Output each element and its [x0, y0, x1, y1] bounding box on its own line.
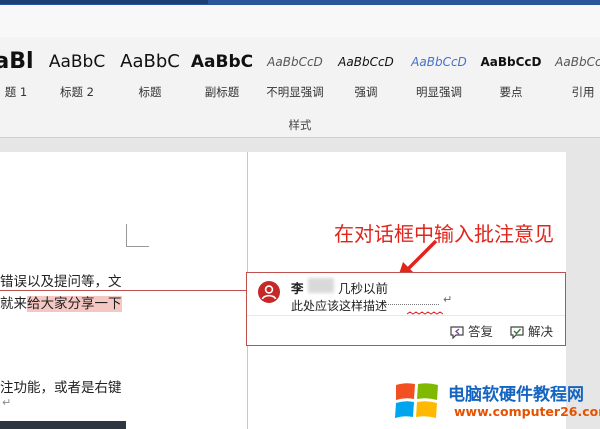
user-icon	[261, 285, 277, 300]
comment-author: 李	[291, 281, 304, 296]
commented-text-highlight[interactable]: 给大家分享一下	[27, 296, 122, 312]
styles-group-label: 样式	[288, 118, 312, 132]
doc-text-plain: 就来	[0, 296, 27, 312]
style-heading-1[interactable]: aBl 题 1	[0, 43, 38, 105]
comment-text-input[interactable]: 此处应该这样描述	[291, 297, 387, 314]
style-name: 引用	[571, 85, 595, 99]
title-bar-segment	[0, 0, 208, 4]
style-preview: AaBbCcD	[555, 55, 600, 69]
style-heading-2[interactable]: AaBbC 标题 2	[46, 43, 108, 105]
windows-logo-icon	[395, 383, 438, 418]
style-strong[interactable]: AaBbCcD 要点	[478, 43, 544, 105]
style-preview: AaBbC	[120, 51, 180, 72]
site-watermark: 电脑软硬件教程网 www.computer26.com	[394, 376, 600, 429]
instruction-annotation: 在对话框中输入批注意见	[334, 222, 554, 246]
style-name: 标题 2	[60, 85, 94, 99]
dark-image-edge	[0, 421, 126, 429]
style-name: 强调	[354, 85, 378, 99]
avatar	[258, 281, 280, 303]
style-preview: AaBbCcD	[267, 55, 323, 69]
style-quote[interactable]: AaBbCcD 引用	[550, 43, 600, 105]
comment-card[interactable]: 李 几秒以前 此处应该这样描述 ↵ 答复 解决	[246, 272, 566, 346]
style-subtitle[interactable]: AaBbC 副标题	[190, 43, 254, 105]
reply-icon	[450, 326, 464, 340]
style-name: 不明显强调	[266, 85, 324, 99]
style-preview: AaBbC	[190, 52, 254, 72]
margin-corner-mark	[126, 224, 149, 247]
doc-text-line[interactable]: 注功能，或者是右键	[0, 376, 122, 396]
style-subtle-emphasis[interactable]: AaBbCcD 不明显强调	[262, 43, 328, 105]
style-name: 副标题	[204, 85, 240, 99]
resolve-icon	[510, 326, 524, 340]
reply-label: 答复	[468, 324, 494, 339]
style-preview: aBl	[0, 49, 34, 74]
paragraph-mark: ↵	[2, 396, 12, 409]
style-name: 要点	[499, 85, 523, 99]
style-preview: AaBbC	[48, 52, 106, 72]
style-name: 标题	[138, 85, 162, 99]
style-intense-emphasis[interactable]: AaBbCcD 明显强调	[406, 43, 472, 105]
style-title[interactable]: AaBbC 标题	[118, 43, 182, 105]
styles-gallery: aBl 题 1 AaBbC 标题 2 AaBbC 标题 AaBbC 副标题 Aa…	[0, 43, 600, 105]
watermark-title: 电脑软硬件教程网	[448, 385, 584, 405]
ribbon: aBl 题 1 AaBbC 标题 2 AaBbC 标题 AaBbC 副标题 Aa…	[0, 5, 600, 137]
text-underline-dots	[385, 304, 439, 305]
ribbon-top-strip	[0, 5, 600, 37]
doc-text-line[interactable]: 错误以及提问等，文	[0, 270, 122, 290]
comment-timestamp: 几秒以前	[338, 281, 389, 296]
style-preview: AaBbCcD	[411, 55, 467, 69]
style-name: 题 1	[4, 85, 28, 99]
text-cursor: ↵	[443, 293, 453, 306]
style-name: 明显强调	[416, 85, 462, 99]
reply-button[interactable]: 答复	[449, 321, 493, 340]
comment-connector-line	[0, 290, 248, 291]
resolve-button[interactable]: 解决	[509, 321, 553, 340]
comment-divider	[247, 315, 565, 316]
resolve-label: 解决	[528, 324, 554, 339]
style-preview: AaBbCcD	[338, 55, 394, 69]
doc-text-line-highlighted[interactable]: 就来给大家分享一下	[0, 292, 122, 312]
redacted-name-blur	[308, 278, 334, 293]
style-emphasis[interactable]: AaBbCcD 强调	[334, 43, 398, 105]
style-preview: AaBbCcD	[480, 55, 542, 69]
watermark-url: www.computer26.com	[454, 404, 600, 419]
